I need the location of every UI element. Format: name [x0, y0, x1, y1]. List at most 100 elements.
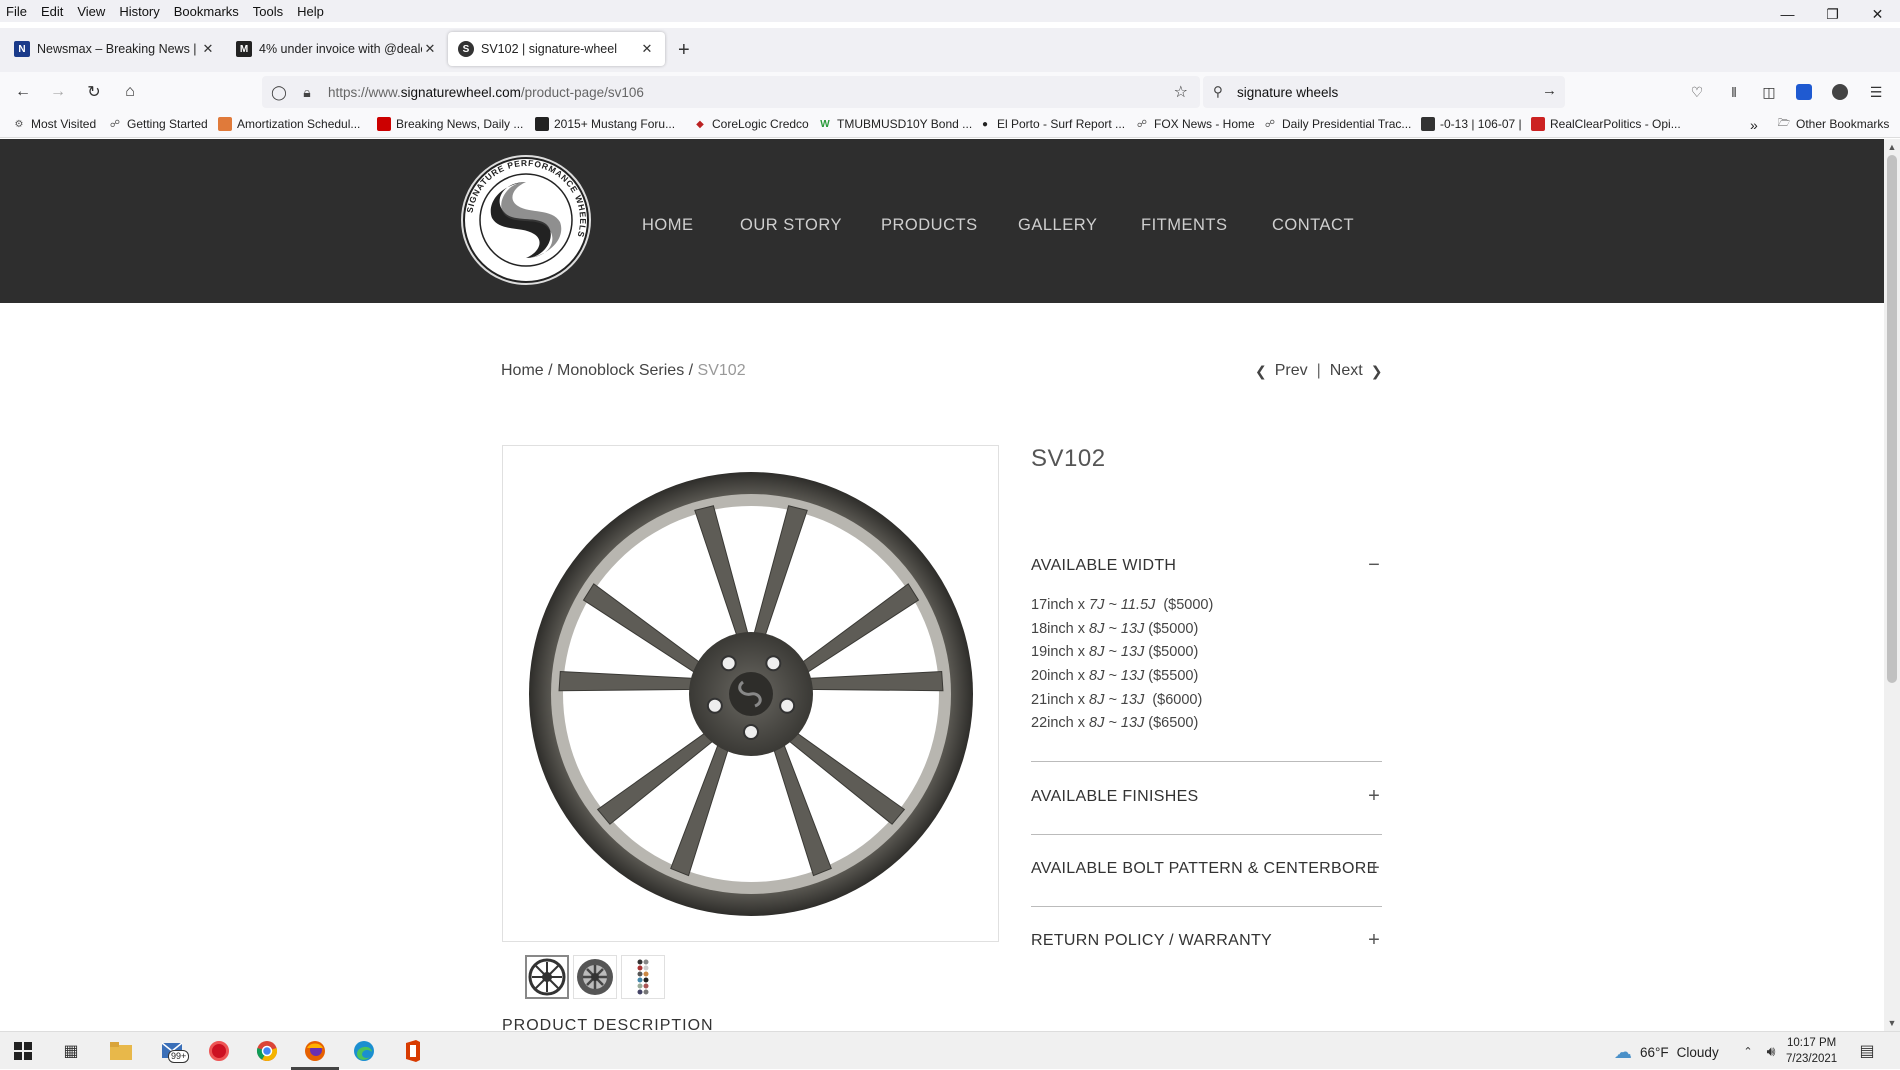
site-nav-fitments[interactable]: FITMENTS: [1141, 216, 1228, 235]
close-tab-icon[interactable]: ✕: [422, 41, 438, 57]
close-window-button[interactable]: ✕: [1855, 0, 1900, 28]
calculator-icon: [218, 117, 232, 131]
accordion-width-title[interactable]: AVAILABLE WIDTH: [1031, 557, 1176, 575]
lock-icon[interactable]: 🔒︎: [296, 84, 318, 101]
bookmark-label: 2015+ Mustang Foru...: [554, 117, 676, 131]
thumbnail-finishes[interactable]: [621, 955, 665, 999]
bookmark-corelogic[interactable]: ◆ CoreLogic Credco: [693, 117, 809, 131]
pocket-icon[interactable]: ♡: [1686, 81, 1708, 103]
accordion-bolt-pattern-title[interactable]: AVAILABLE BOLT PATTERN & CENTERBORE: [1031, 860, 1378, 878]
search-bar[interactable]: ⚲ signature wheels →: [1203, 76, 1565, 108]
site-nav-contact[interactable]: CONTACT: [1272, 216, 1354, 235]
page-scrollbar[interactable]: ▲ ▼: [1884, 139, 1900, 1031]
restore-button[interactable]: ❐: [1810, 0, 1855, 28]
scroll-down-icon[interactable]: ▼: [1884, 1015, 1900, 1031]
library-icon[interactable]: ‖: [1723, 81, 1745, 103]
edge-icon[interactable]: [351, 1038, 377, 1064]
scrollbar-thumb[interactable]: [1887, 155, 1897, 683]
width-price: ($6000): [1144, 691, 1203, 708]
mail-icon[interactable]: 99+: [156, 1038, 192, 1064]
menu-tools[interactable]: Tools: [246, 4, 290, 19]
menu-file[interactable]: File: [0, 4, 34, 19]
tab-signature-wheel[interactable]: S SV102 | signature-wheel ✕: [448, 32, 665, 66]
scroll-up-icon[interactable]: ▲: [1884, 139, 1900, 155]
expand-plus-icon[interactable]: +: [1367, 930, 1381, 950]
home-button[interactable]: ⌂: [119, 81, 141, 103]
bookmark-bond-quote[interactable]: -0-13 | 106-07 |: [1421, 117, 1522, 131]
search-input[interactable]: signature wheels: [1237, 85, 1338, 100]
corelogic-icon: ◆: [696, 118, 704, 130]
hamburger-menu-icon[interactable]: ☰: [1865, 81, 1887, 103]
back-button[interactable]: ←: [12, 81, 34, 103]
minimize-button[interactable]: —: [1765, 0, 1810, 28]
breadcrumb-home[interactable]: Home: [501, 362, 544, 379]
windows-start-icon[interactable]: [10, 1038, 36, 1064]
site-nav-products[interactable]: PRODUCTS: [881, 216, 978, 235]
bookmarks-overflow-icon[interactable]: »: [1750, 117, 1758, 133]
search-go-icon[interactable]: →: [1542, 82, 1557, 99]
extension-icon[interactable]: [1793, 81, 1815, 103]
bookmark-surf-report[interactable]: ● El Porto - Surf Report ...: [978, 117, 1125, 131]
bookmark-bond[interactable]: W TMUBMUSD10Y Bond ...: [818, 117, 972, 131]
notification-center-icon[interactable]: ▤: [1854, 1038, 1880, 1064]
signature-logo[interactable]: SIGNATURE PERFORMANCE WHEELS: [460, 154, 592, 286]
expand-plus-icon[interactable]: +: [1367, 786, 1381, 806]
url-text[interactable]: https://www.signaturewheel.com/product-p…: [328, 85, 644, 100]
tab-dealer[interactable]: M 4% under invoice with @dealer ✕: [226, 32, 448, 66]
task-view-icon[interactable]: ▦: [58, 1038, 84, 1064]
account-icon[interactable]: [1829, 81, 1851, 103]
other-bookmarks[interactable]: 🗁︎ Other Bookmarks: [1777, 117, 1890, 131]
accordion-return-policy-title[interactable]: RETURN POLICY / WARRANTY: [1031, 932, 1272, 950]
bookmark-getting-started[interactable]: ☍ Getting Started: [108, 117, 208, 131]
menu-edit[interactable]: Edit: [34, 4, 70, 19]
forward-button[interactable]: →: [47, 81, 69, 103]
prev-link[interactable]: Prev: [1275, 362, 1308, 380]
menu-history[interactable]: History: [112, 4, 166, 19]
collapse-minus-icon[interactable]: −: [1367, 555, 1381, 575]
bookmark-most-visited[interactable]: ⚙ Most Visited: [12, 117, 97, 131]
site-nav-gallery[interactable]: GALLERY: [1018, 216, 1097, 235]
breadcrumb-series[interactable]: Monoblock Series: [557, 362, 684, 379]
reload-button[interactable]: ↻: [83, 81, 105, 103]
sidebar-icon[interactable]: ◫: [1758, 81, 1780, 103]
file-explorer-icon[interactable]: [108, 1038, 134, 1064]
weather-widget[interactable]: ☁ 66°F Cloudy: [1614, 1042, 1719, 1063]
app-red-icon[interactable]: [206, 1038, 232, 1064]
bookmark-mustang[interactable]: 2015+ Mustang Foru...: [535, 117, 675, 131]
system-clock[interactable]: 10:17 PM 7/23/2021: [1786, 1035, 1837, 1067]
site-nav-our-story[interactable]: OUR STORY: [740, 216, 842, 235]
menu-help[interactable]: Help: [290, 4, 331, 19]
menu-bookmarks[interactable]: Bookmarks: [167, 4, 246, 19]
bookmark-fox-news[interactable]: ☍ FOX News - Home: [1135, 117, 1255, 131]
accordion-divider: [1031, 834, 1382, 835]
site-nav-home[interactable]: HOME: [642, 216, 694, 235]
office-icon[interactable]: [400, 1038, 426, 1064]
bookmark-label: CoreLogic Credco: [712, 117, 809, 131]
bookmark-star-icon[interactable]: ☆: [1174, 82, 1188, 102]
accordion-finishes-title[interactable]: AVAILABLE FINISHES: [1031, 788, 1199, 806]
new-tab-button[interactable]: +: [678, 39, 690, 62]
menu-view[interactable]: View: [70, 4, 112, 19]
speaker-icon[interactable]: 🔊︎: [1758, 1038, 1784, 1064]
width-range: 8J ~ 13J: [1089, 620, 1145, 637]
bookmark-cnn[interactable]: Breaking News, Daily ...: [377, 117, 523, 131]
product-image[interactable]: [502, 445, 999, 942]
close-tab-icon[interactable]: ✕: [639, 41, 655, 57]
expand-plus-icon[interactable]: +: [1367, 858, 1381, 878]
bookmark-amortization[interactable]: Amortization Schedul...: [218, 117, 360, 131]
firefox-icon[interactable]: [302, 1038, 328, 1064]
tracking-shield-icon[interactable]: ◯: [268, 84, 290, 101]
bookmark-rcp[interactable]: RealClearPolitics - Opi...: [1531, 117, 1681, 131]
chrome-icon[interactable]: [254, 1038, 280, 1064]
width-row: 19inch x 8J ~ 13J ($5000): [1031, 644, 1213, 668]
url-bar[interactable]: ◯ 🔒︎ https://www.signaturewheel.com/prod…: [262, 76, 1200, 108]
thumbnail-front[interactable]: [525, 955, 569, 999]
next-link[interactable]: Next: [1330, 362, 1363, 380]
width-price: ($5000): [1144, 620, 1199, 637]
width-row: 17inch x 7J ~ 11.5J ($5000): [1031, 597, 1213, 621]
close-tab-icon[interactable]: ✕: [200, 41, 216, 57]
thumbnail-angle[interactable]: [573, 955, 617, 999]
bookmark-presidential[interactable]: ☍ Daily Presidential Trac...: [1263, 117, 1411, 131]
tab-newsmax[interactable]: N Newsmax – Breaking News | Ne ✕: [4, 32, 226, 66]
width-price: ($5000): [1144, 644, 1199, 661]
